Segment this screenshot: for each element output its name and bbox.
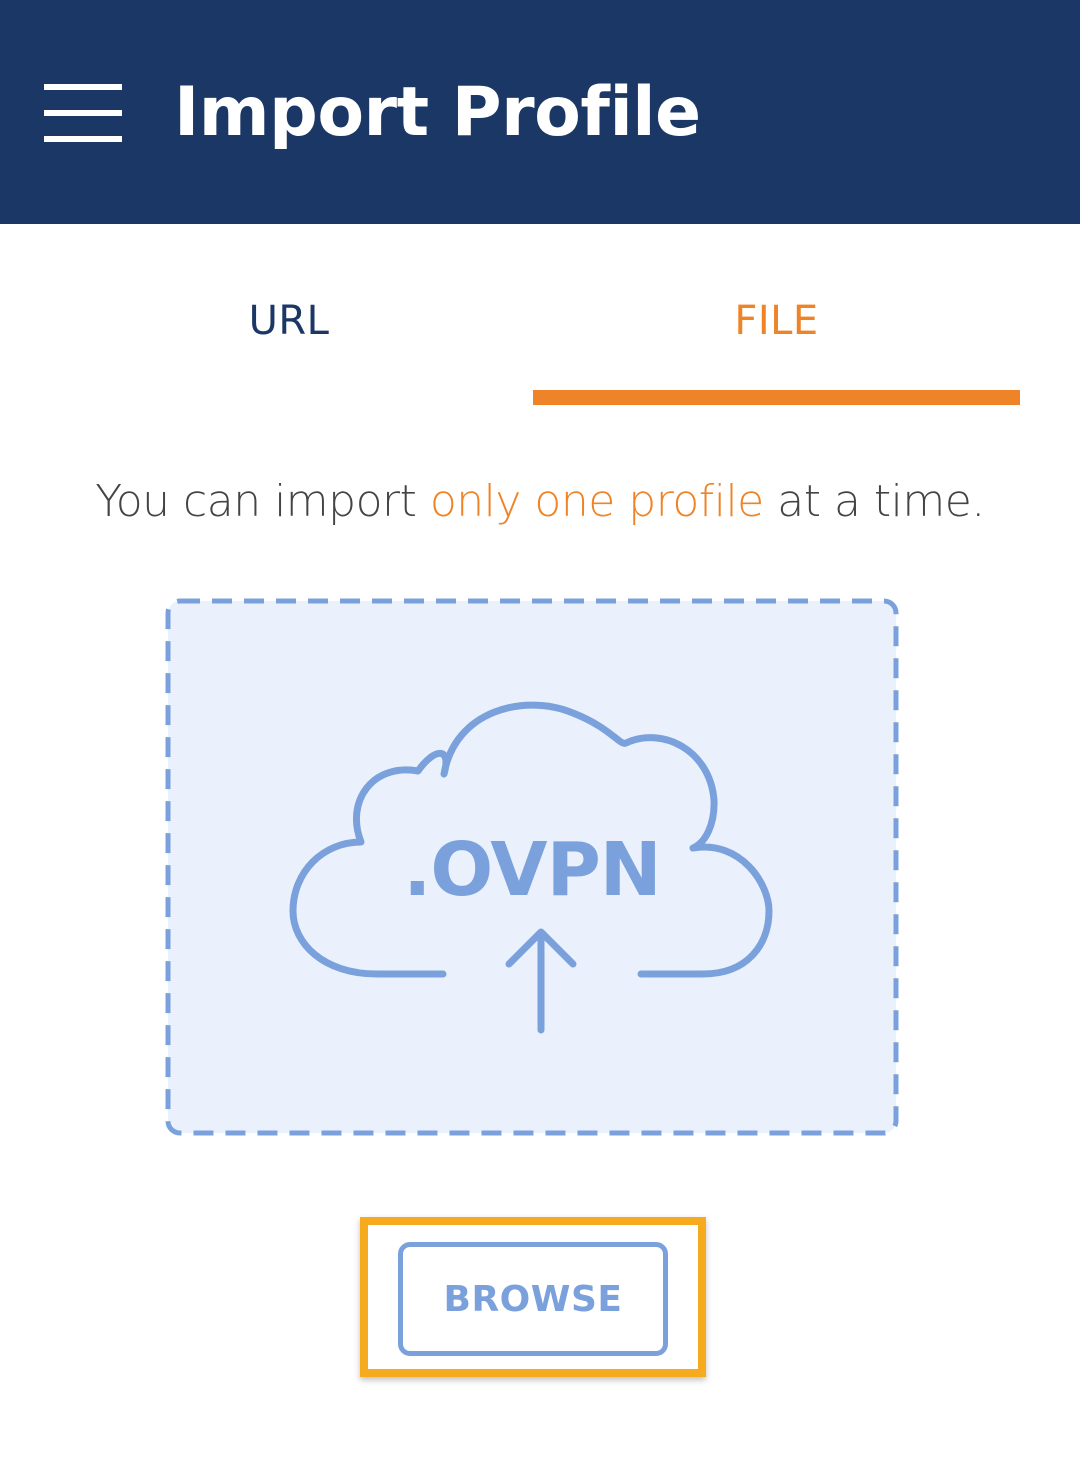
app-bar: Import Profile <box>0 0 1080 224</box>
hint-text-end: at a time. <box>763 476 985 527</box>
import-profile-screen: Import Profile URL FILE You can import o… <box>0 0 1080 1460</box>
ovpn-file-label: .OVPN <box>403 827 661 913</box>
tab-url-label: URL <box>248 298 330 344</box>
tab-file[interactable]: FILE <box>533 226 1020 406</box>
tab-bar: URL FILE <box>0 226 1080 406</box>
browse-button[interactable]: BROWSE <box>398 1242 668 1356</box>
page-title: Import Profile <box>174 73 701 152</box>
import-hint-text: You can import only one profile at a tim… <box>0 470 1080 534</box>
hint-text-start: You can import <box>95 476 430 527</box>
tab-url[interactable]: URL <box>45 226 533 406</box>
selected-tab-indicator <box>533 390 1020 405</box>
file-drop-zone[interactable]: .OVPN <box>165 598 899 1136</box>
hint-text-highlight: only one profile <box>429 476 764 527</box>
menu-button[interactable] <box>30 70 135 155</box>
hamburger-menu-icon <box>43 83 122 142</box>
tab-file-label: FILE <box>734 298 819 344</box>
